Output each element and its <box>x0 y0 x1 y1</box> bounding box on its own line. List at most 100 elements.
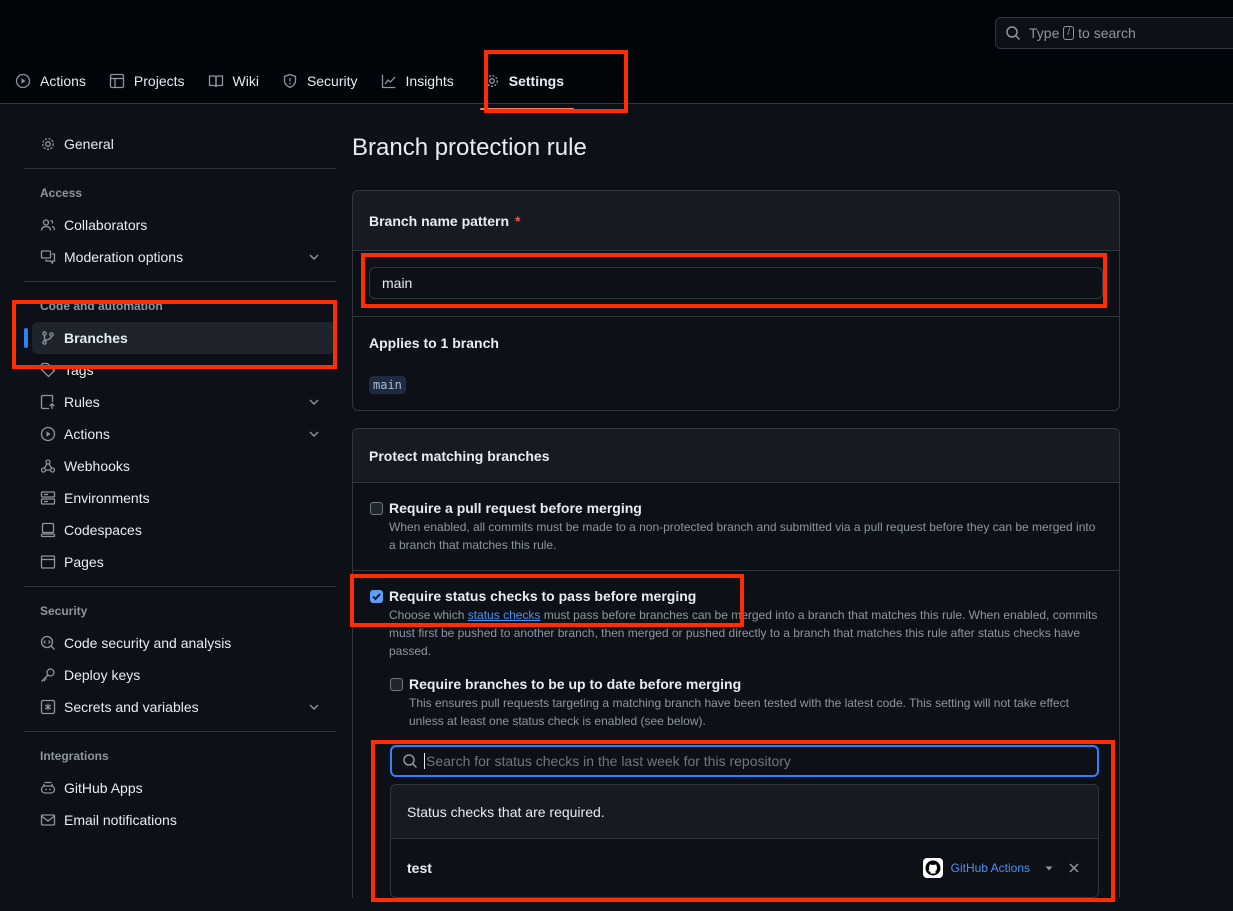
sidebar-item-label: Webhooks <box>64 458 130 474</box>
sidebar-item-label: Email notifications <box>64 812 177 828</box>
tab-label: Insights <box>405 73 454 89</box>
status-check-provider-label: GitHub Actions <box>950 861 1030 875</box>
sidebar-item-label: Collaborators <box>64 217 148 233</box>
applies-section: Applies to 1 branch main <box>353 317 1119 410</box>
sidebar-item-tags[interactable]: Tags <box>24 354 336 386</box>
option-require-status: Require status checks to pass before mer… <box>353 571 1119 898</box>
branch-name-pattern-input[interactable]: main <box>369 267 1103 299</box>
sidebar-item-actions[interactable]: Actions <box>24 418 336 450</box>
required-status-checks-list: Status checks that are required. test Gi… <box>390 784 1099 898</box>
github-logo-icon <box>922 858 943 878</box>
sidebar-item-github-apps[interactable]: GitHub Apps <box>24 772 336 804</box>
option-title: Require branches to be up to date before… <box>409 676 742 692</box>
divider <box>24 281 336 282</box>
desc-part: Choose which <box>389 608 465 622</box>
tab-actions[interactable]: Actions <box>7 65 94 97</box>
sidebar-item-code-security[interactable]: Code security and analysis <box>24 627 336 659</box>
play-icon <box>15 73 31 89</box>
tab-label: Wiki <box>232 73 259 89</box>
sidebar-item-label: Codespaces <box>64 522 142 538</box>
tab-security[interactable]: Security <box>274 65 366 97</box>
main-content: Branch protection rule Branch name patte… <box>352 128 1120 898</box>
sidebar-item-label: General <box>64 136 114 152</box>
gear-icon <box>42 138 54 150</box>
require-up-to-date-checkbox[interactable] <box>390 678 403 691</box>
tab-label: Projects <box>133 73 185 89</box>
top-bar: Type / to search Actions Projects Wiki S… <box>0 0 1233 110</box>
matched-branch-pill: main <box>369 376 406 394</box>
divider <box>24 586 336 587</box>
repo-push-icon <box>40 394 55 410</box>
sidebar-heading-integrations: Integrations <box>40 749 109 763</box>
sidebar-item-deploy-keys[interactable]: Deploy keys <box>24 659 336 691</box>
search-shortcut-key: / <box>1063 26 1075 40</box>
browser-icon <box>40 555 56 569</box>
status-checks-search-placeholder: Search for status checks in the last wee… <box>426 753 791 769</box>
require-pr-checkbox[interactable] <box>370 502 383 515</box>
check-icon <box>372 593 381 601</box>
tab-label: Settings <box>508 73 564 89</box>
server-icon <box>40 491 56 505</box>
sidebar-item-pages[interactable]: Pages <box>24 546 336 578</box>
search-icon <box>403 754 418 769</box>
status-checks-search-input[interactable]: Search for status checks in the last wee… <box>390 745 1099 777</box>
people-icon <box>40 219 56 231</box>
table-icon <box>109 73 125 89</box>
sidebar-item-label: Tags <box>64 362 94 378</box>
codespaces-icon <box>40 522 56 538</box>
sidebar-item-general[interactable]: General <box>24 128 336 160</box>
protect-header: Protect matching branches <box>353 429 1119 483</box>
sidebar-item-branches[interactable]: Branches <box>24 322 336 354</box>
status-check-name: test <box>407 860 432 876</box>
tab-label: Security <box>306 73 358 89</box>
triangle-down-icon <box>1045 866 1053 871</box>
search-prefix: Type <box>1029 25 1060 41</box>
sidebar-item-rules[interactable]: Rules <box>24 386 336 418</box>
branch-pattern-label: Branch name pattern <box>369 212 510 229</box>
sidebar-item-webhooks[interactable]: Webhooks <box>24 450 336 482</box>
applies-label: Applies to 1 branch <box>369 335 499 351</box>
required-status-checks-heading: Status checks that are required. <box>391 785 1098 839</box>
divider <box>24 731 336 732</box>
tab-projects[interactable]: Projects <box>101 65 193 97</box>
require-status-checkbox[interactable] <box>370 590 383 603</box>
sidebar-item-moderation[interactable]: Moderation options <box>24 241 336 273</box>
sidebar-heading-security: Security <box>40 604 88 618</box>
option-require-up-to-date: Require branches to be up to date before… <box>389 676 1099 730</box>
sidebar-item-environments[interactable]: Environments <box>24 482 336 514</box>
comment-discussion-icon <box>40 250 56 265</box>
chevron-down-icon <box>309 254 319 260</box>
option-description: Choose which status checks must pass bef… <box>389 606 1099 660</box>
global-search-input[interactable]: Type / to search <box>995 17 1233 49</box>
key-icon <box>41 668 55 682</box>
sidebar-item-email-notifications[interactable]: Email notifications <box>24 804 336 836</box>
tab-wiki[interactable]: Wiki <box>200 65 267 97</box>
repo-nav: Actions Projects Wiki Security Insights … <box>0 58 575 110</box>
sidebar-item-label: Rules <box>64 394 100 410</box>
sidebar-item-label: Secrets and variables <box>64 699 199 715</box>
tab-label: Actions <box>40 73 86 89</box>
tab-insights[interactable]: Insights <box>373 65 462 97</box>
settings-sidebar: General Access Collaborators Moderation … <box>24 128 336 836</box>
sidebar-item-label: Deploy keys <box>64 667 141 683</box>
sidebar-heading-access: Access <box>40 186 83 200</box>
sidebar-item-label: GitHub Apps <box>64 780 143 796</box>
status-checks-link[interactable]: status checks <box>468 608 541 622</box>
divider <box>24 168 336 169</box>
search-icon <box>1006 26 1021 41</box>
sidebar-item-collaborators[interactable]: Collaborators <box>24 209 336 241</box>
tab-settings[interactable]: Settings <box>476 65 575 110</box>
option-description: When enabled, all commits must be made t… <box>389 520 1096 552</box>
sidebar-heading-code-automation: Code and automation <box>40 299 163 313</box>
close-icon[interactable] <box>1068 862 1080 874</box>
status-check-provider[interactable]: GitHub Actions <box>922 858 1080 878</box>
chevron-down-icon <box>309 399 319 405</box>
graph-icon <box>381 74 396 89</box>
protect-heading: Protect matching branches <box>369 447 550 464</box>
shield-icon <box>283 73 297 89</box>
sidebar-item-secrets[interactable]: Secrets and variables <box>24 691 336 723</box>
sidebar-item-codespaces[interactable]: Codespaces <box>24 514 336 546</box>
status-checks-panel: Search for status checks in the last wee… <box>390 745 1099 898</box>
required-marker: * <box>515 212 521 229</box>
sidebar-item-label: Environments <box>64 490 150 506</box>
